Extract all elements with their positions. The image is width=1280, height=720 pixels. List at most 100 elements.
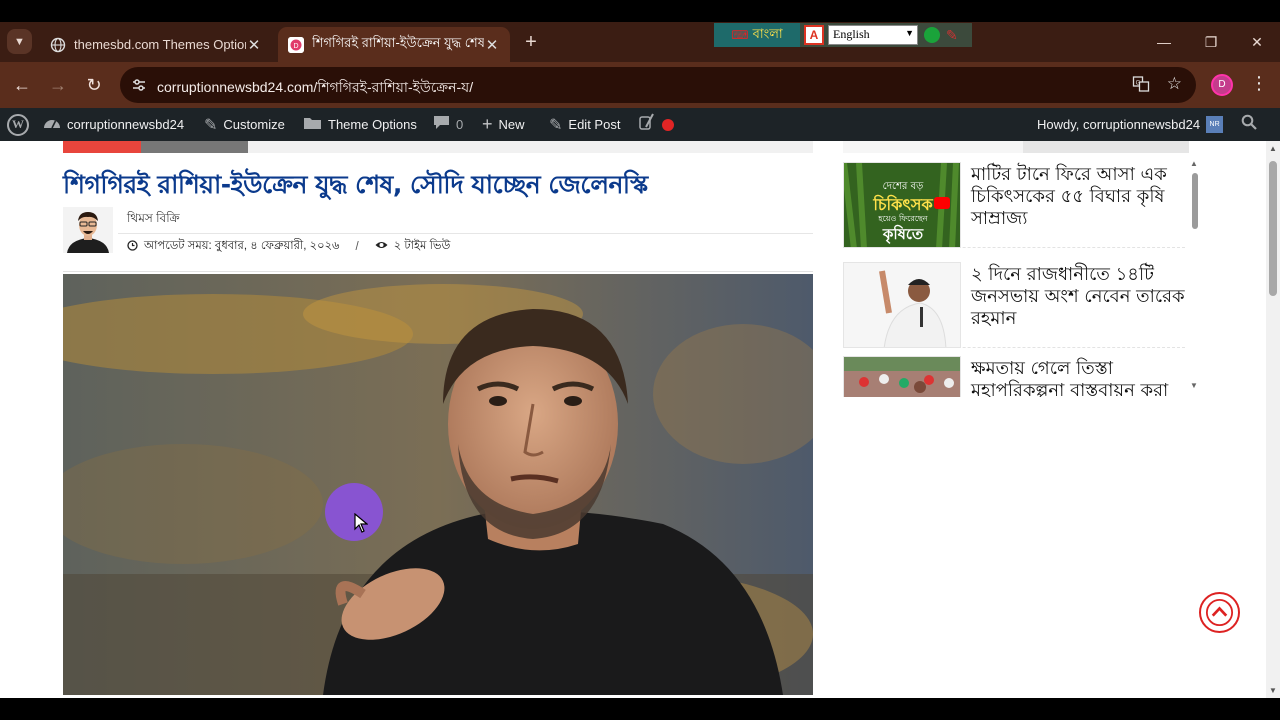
globe-icon: [50, 37, 66, 53]
browser-toolbar: ← → ↻ corruptionnewsbd24.com/শিগগিরই-রাশ…: [0, 62, 1280, 108]
article-meta: আপডেট সময়: বুধবার, ৪ ফেব্রুয়ারী, ২০২৬ …: [127, 237, 450, 256]
scroll-down-icon[interactable]: ▼: [1269, 686, 1277, 695]
howdy-label: Howdy, corruptionnewsbd24: [1037, 117, 1201, 132]
meta-separator: /: [355, 240, 359, 253]
sidebar-news-item[interactable]: ২ দিনে রাজধানীতে ১৪টি জনসভায় অংশ নেবেন …: [843, 262, 1185, 348]
article-featured-image[interactable]: [63, 274, 813, 695]
comment-icon: [433, 115, 450, 135]
bookmark-star-icon[interactable]: ☆: [1167, 74, 1182, 94]
close-tab-icon[interactable]: ✕: [246, 36, 262, 54]
pin-icon[interactable]: ✎: [946, 27, 958, 44]
tab-themes-options[interactable]: themesbd.com Themes Options ✕: [40, 27, 272, 62]
author-avatar[interactable]: [63, 207, 113, 253]
new-tab-button[interactable]: +: [519, 31, 543, 55]
letterbox-top: [0, 0, 1280, 22]
new-content-menu[interactable]: + New: [482, 108, 525, 141]
sidebar-news-item[interactable]: দেশের বড় চিকিৎসক হয়েও ফিরেছেন কৃষিতে ম…: [843, 162, 1185, 248]
folder-icon: [303, 115, 322, 135]
site-name-menu[interactable]: corruptionnewsbd24: [43, 108, 184, 141]
site-info-icon[interactable]: [130, 76, 148, 94]
news-thumbnail[interactable]: [843, 356, 961, 397]
chevron-down-icon: ▼: [905, 28, 914, 38]
tab-search-chevron-icon[interactable]: ▼: [7, 29, 32, 54]
minimize-button[interactable]: —: [1141, 22, 1187, 62]
edit-post-link[interactable]: ✎ Edit Post: [549, 108, 620, 141]
profile-avatar[interactable]: D: [1211, 74, 1233, 96]
letterbox-bottom: [0, 698, 1280, 720]
tab-article[interactable]: D শিগগিরই রাশিয়া-ইউক্রেন যুদ্ধ শেষ ✕: [278, 27, 510, 62]
scroll-up-icon[interactable]: ▲: [1190, 159, 1198, 168]
page-scroll-thumb[interactable]: [1269, 161, 1277, 296]
search-icon: [1241, 114, 1257, 135]
comments-link[interactable]: 0: [433, 108, 463, 141]
tab-strip: ▼ themesbd.com Themes Options ✕ D শিগগির…: [0, 22, 1280, 62]
search-toggle[interactable]: [1241, 108, 1257, 141]
site-favicon-icon: D: [288, 36, 304, 53]
tab-latest[interactable]: [843, 141, 1023, 153]
keyboard-icon: ⌨: [731, 28, 749, 42]
header-divider: [63, 271, 813, 272]
category-badge[interactable]: [63, 141, 141, 153]
status-globe-icon[interactable]: [924, 27, 940, 43]
news-thumbnail[interactable]: [843, 262, 961, 348]
language-select-value: English: [833, 27, 870, 41]
forward-arrow-icon[interactable]: →: [46, 73, 70, 97]
site-name-label: corruptionnewsbd24: [67, 117, 185, 132]
page-scrollbar[interactable]: ▲ ▼: [1266, 141, 1280, 698]
my-account-menu[interactable]: Howdy, corruptionnewsbd24 NR: [1037, 108, 1224, 141]
news-title[interactable]: ক্ষমতায় গেলে তিস্তা মহাপরিকল্পনা বাস্তব…: [971, 358, 1185, 397]
breadcrumb-bar: [141, 141, 248, 153]
bijoy-keyboard-button[interactable]: ⌨ বাংলা: [714, 23, 800, 47]
sidebar-scroll-thumb[interactable]: [1192, 173, 1198, 229]
plus-icon: +: [482, 114, 493, 134]
address-bar[interactable]: corruptionnewsbd24.com/শিগগিরই-রাশিয়া-ই…: [120, 67, 1196, 103]
svg-text:G: G: [1136, 81, 1141, 87]
sidebar-scrollbar[interactable]: ▲ ▼: [1190, 159, 1200, 399]
thumb-caption-bottom: কৃষিতে: [882, 225, 924, 243]
restore-button[interactable]: ❐: [1188, 22, 1234, 62]
customize-link[interactable]: ✎ Customize: [204, 108, 285, 141]
theme-options-label: Theme Options: [328, 117, 417, 132]
customize-label: Customize: [223, 117, 285, 132]
scroll-down-icon[interactable]: ▼: [1190, 381, 1198, 390]
scroll-up-icon[interactable]: ▲: [1269, 144, 1277, 153]
bijoy-label: বাংলা: [752, 25, 783, 41]
close-tab-icon[interactable]: ✕: [484, 36, 500, 54]
menu-kebab-icon[interactable]: ⋮: [1250, 73, 1268, 94]
new-label: New: [498, 117, 525, 132]
tab-title: themesbd.com Themes Options: [74, 37, 246, 52]
tab-title: শিগগিরই রাশিয়া-ইউক্রেন যুদ্ধ শেষ: [312, 35, 484, 50]
updated-date: আপডেট সময়: বুধবার, ৪ ফেব্রুয়ারী, ২০২৬: [144, 240, 340, 252]
language-select[interactable]: English ▼: [828, 25, 918, 45]
yoast-seo-menu[interactable]: [638, 108, 674, 141]
news-title[interactable]: ২ দিনে রাজধানীতে ১৪টি জনসভায় অংশ নেবেন …: [971, 264, 1187, 330]
reload-icon[interactable]: ↻: [82, 73, 106, 97]
sidebar-news-item[interactable]: ক্ষমতায় গেলে তিস্তা মহাপরিকল্পনা বাস্তব…: [843, 356, 1185, 397]
screen: ▼ themesbd.com Themes Options ✕ D শিগগির…: [0, 0, 1280, 720]
translate-icon[interactable]: G: [1132, 75, 1150, 97]
wordpress-icon: W: [7, 113, 29, 136]
wp-admin-bar: W corruptionnewsbd24 ✎ Customize Theme O…: [0, 108, 1280, 141]
wp-logo-menu[interactable]: W: [7, 108, 29, 141]
back-arrow-icon[interactable]: ←: [10, 73, 34, 97]
youtube-play-icon: [934, 197, 950, 209]
theme-options-link[interactable]: Theme Options: [303, 108, 417, 141]
scroll-to-top-button[interactable]: [1199, 592, 1240, 633]
seo-status-dot: [662, 118, 674, 131]
url-text[interactable]: corruptionnewsbd24.com/শিগগিরই-রাশিয়া-ই…: [157, 76, 473, 100]
chevron-up-icon: [1205, 598, 1234, 627]
yoast-icon: [638, 113, 656, 136]
clock-icon: [127, 239, 138, 254]
author-name[interactable]: থিমস বিক্রি: [127, 210, 180, 230]
svg-text:D: D: [293, 43, 298, 50]
meta-divider: [118, 233, 813, 234]
news-thumbnail[interactable]: দেশের বড় চিকিৎসক হয়েও ফিরেছেন কৃষিতে: [843, 162, 961, 248]
layout-icon[interactable]: A: [804, 25, 824, 45]
tab-popular[interactable]: [1023, 141, 1189, 153]
eye-icon: [375, 240, 388, 253]
news-title[interactable]: মাটির টানে ফিরে আসা এক চিকিৎসকের ৫৫ বিঘা…: [971, 164, 1187, 230]
comments-count: 0: [456, 117, 464, 132]
brush-icon: ✎: [204, 116, 218, 134]
close-window-button[interactable]: ✕: [1234, 22, 1280, 62]
article-headline: শিগগিরই রাশিয়া-ইউক্রেন যুদ্ধ শেষ, সৌদি …: [63, 170, 648, 199]
